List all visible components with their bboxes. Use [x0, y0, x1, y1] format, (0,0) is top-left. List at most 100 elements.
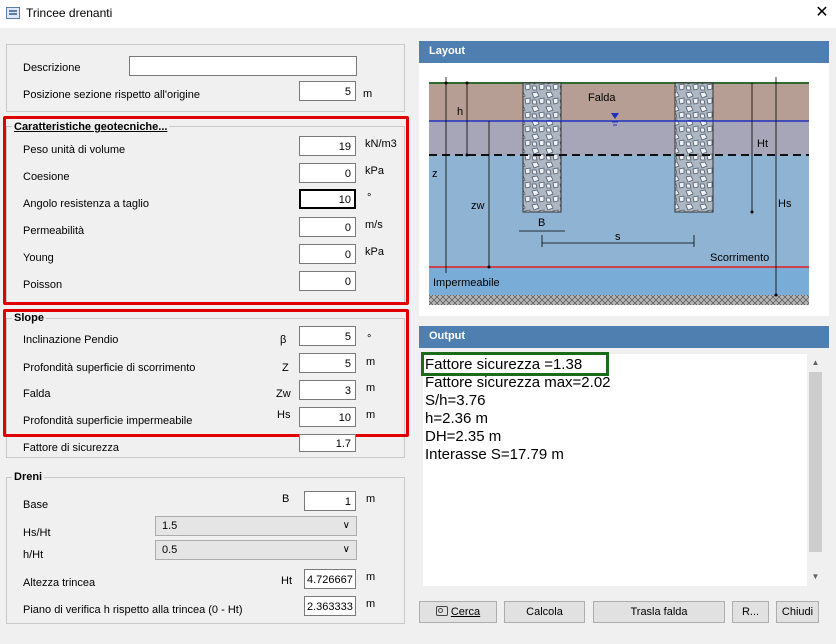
profondita-impermeabile-unit: m [366, 409, 376, 421]
label-impermeabile: Impermeabile [433, 277, 500, 289]
trench-right [674, 82, 714, 213]
hht-label: h/Ht [23, 549, 44, 561]
scroll-down-icon[interactable]: ▼ [807, 572, 824, 581]
layout-diagram: h Falda Ht z zw Hs B s Scorrimento Imper… [419, 63, 829, 316]
geotech-legend: Caratteristiche geotecniche... [12, 121, 170, 133]
hht-select[interactable]: 0.5 ∨ [155, 540, 357, 560]
ht-symbol: Ht [281, 575, 292, 587]
chevron-down-icon: ∨ [342, 544, 350, 555]
peso-input[interactable]: 19 [299, 136, 356, 156]
altezza-unit: m [366, 571, 376, 583]
posizione-input[interactable]: 5 [299, 81, 356, 101]
label-b: B [538, 217, 545, 229]
b-symbol: B [282, 493, 290, 505]
search-icon [435, 606, 448, 616]
general-group [6, 44, 405, 112]
output-textarea[interactable]: Fattore sicurezza =1.38 Fattore sicurezz… [423, 354, 807, 586]
profondita-impermeabile-label: Profondità superficie impermeabile [23, 415, 193, 427]
output-line-6: Interasse S=17.79 m [425, 446, 564, 463]
coesione-label: Coesione [23, 171, 70, 183]
fattore-sicurezza-label: Fattore di sicurezza [23, 442, 119, 454]
hsht-label: Hs/Ht [23, 527, 51, 539]
slope-legend: Slope [12, 312, 46, 324]
angolo-input[interactable]: 10 [299, 189, 356, 209]
fattore-sicurezza-input[interactable]: 1.7 [299, 434, 356, 452]
trench-left [522, 82, 562, 213]
label-scorrimento: Scorrimento [710, 252, 769, 264]
output-line-2: Fattore sicurezza max=2.02 [425, 374, 611, 391]
piano-input[interactable]: 2.363333 [304, 596, 356, 616]
profondita-scorrimento-unit: m [366, 356, 376, 368]
chiudi-button[interactable]: Chiudi [776, 601, 819, 623]
cerca-button[interactable]: Cerca [419, 601, 497, 623]
profondita-scorrimento-input[interactable]: 5 [299, 353, 356, 373]
app-window-icon [6, 7, 20, 19]
scrollbar-thumb[interactable] [809, 372, 822, 552]
output-header: Output [419, 326, 829, 348]
label-zw: zw [471, 200, 485, 212]
chevron-down-icon: ∨ [342, 520, 350, 531]
posizione-unit: m [363, 88, 373, 100]
coesione-unit: kPa [365, 165, 384, 177]
beta-symbol: β [280, 334, 287, 346]
profondita-impermeabile-input[interactable]: 10 [299, 407, 356, 427]
output-line-3: S/h=3.76 [425, 392, 486, 409]
close-window-button[interactable]: ✕ [810, 2, 834, 24]
falda-label: Falda [23, 388, 51, 400]
altezza-input[interactable]: 4.726667 [304, 569, 356, 589]
inclinazione-input[interactable]: 5 [299, 326, 356, 346]
label-ht: Ht [757, 138, 768, 150]
window-title: Trincee drenanti [26, 6, 113, 20]
hht-value: 0.5 [162, 544, 178, 556]
poisson-input[interactable]: 0 [299, 271, 356, 291]
hsht-select[interactable]: 1.5 ∨ [155, 516, 357, 536]
label-z: z [432, 168, 438, 180]
r-button[interactable]: R... [732, 601, 769, 623]
output-line-5: DH=2.35 m [425, 428, 502, 445]
permeabilita-input[interactable]: 0 [299, 217, 356, 237]
descrizione-input[interactable] [129, 56, 357, 76]
peso-unit: kN/m3 [365, 138, 397, 150]
peso-label: Peso unità di volume [23, 144, 126, 156]
scroll-up-icon[interactable]: ▲ [807, 358, 824, 367]
angolo-unit: ° [367, 192, 372, 204]
piano-label: Piano di verifica h rispetto alla trince… [23, 604, 243, 616]
base-input[interactable]: 1 [304, 491, 356, 511]
inclinazione-label: Inclinazione Pendio [23, 334, 119, 346]
cerca-label: Cerca [450, 606, 481, 618]
bedrock-hatch [429, 295, 809, 305]
base-label: Base [23, 499, 49, 511]
young-input[interactable]: 0 [299, 244, 356, 264]
posizione-label: Posizione sezione rispetto all'origine [23, 89, 200, 101]
piano-unit: m [366, 598, 376, 610]
hs-symbol: Hs [277, 409, 291, 421]
dreni-legend: Dreni [12, 471, 45, 483]
young-unit: kPa [365, 246, 384, 258]
label-hs: Hs [778, 198, 792, 210]
output-line-4: h=2.36 m [425, 410, 488, 427]
zw-symbol: Zw [276, 388, 291, 400]
falda-input[interactable]: 3 [299, 380, 356, 400]
inclinazione-unit: ° [367, 333, 372, 345]
base-unit: m [366, 493, 376, 505]
poisson-label: Poisson [23, 279, 63, 291]
altezza-label: Altezza trincea [23, 577, 96, 589]
label-s: s [615, 231, 621, 243]
label-h: h [457, 106, 463, 118]
permeabilita-unit: m/s [365, 219, 383, 231]
trench-diagram: h Falda Ht z zw Hs B s Scorrimento Imper… [429, 77, 809, 305]
descrizione-label: Descrizione [23, 62, 81, 74]
permeabilita-label: Permeabilità [23, 225, 85, 237]
layout-header: Layout [419, 41, 829, 63]
young-label: Young [23, 252, 54, 264]
coesione-input[interactable]: 0 [299, 163, 356, 183]
profondita-scorrimento-label: Profondità superficie di scorrimento [23, 362, 196, 374]
title-bar [0, 0, 836, 28]
label-falda: Falda [588, 92, 616, 104]
z-symbol: Z [282, 362, 289, 374]
calcola-button[interactable]: Calcola [504, 601, 585, 623]
falda-unit: m [366, 382, 376, 394]
fattore-highlight [421, 352, 609, 376]
trasla-falda-button[interactable]: Trasla falda [593, 601, 725, 623]
hsht-value: 1.5 [162, 520, 178, 532]
